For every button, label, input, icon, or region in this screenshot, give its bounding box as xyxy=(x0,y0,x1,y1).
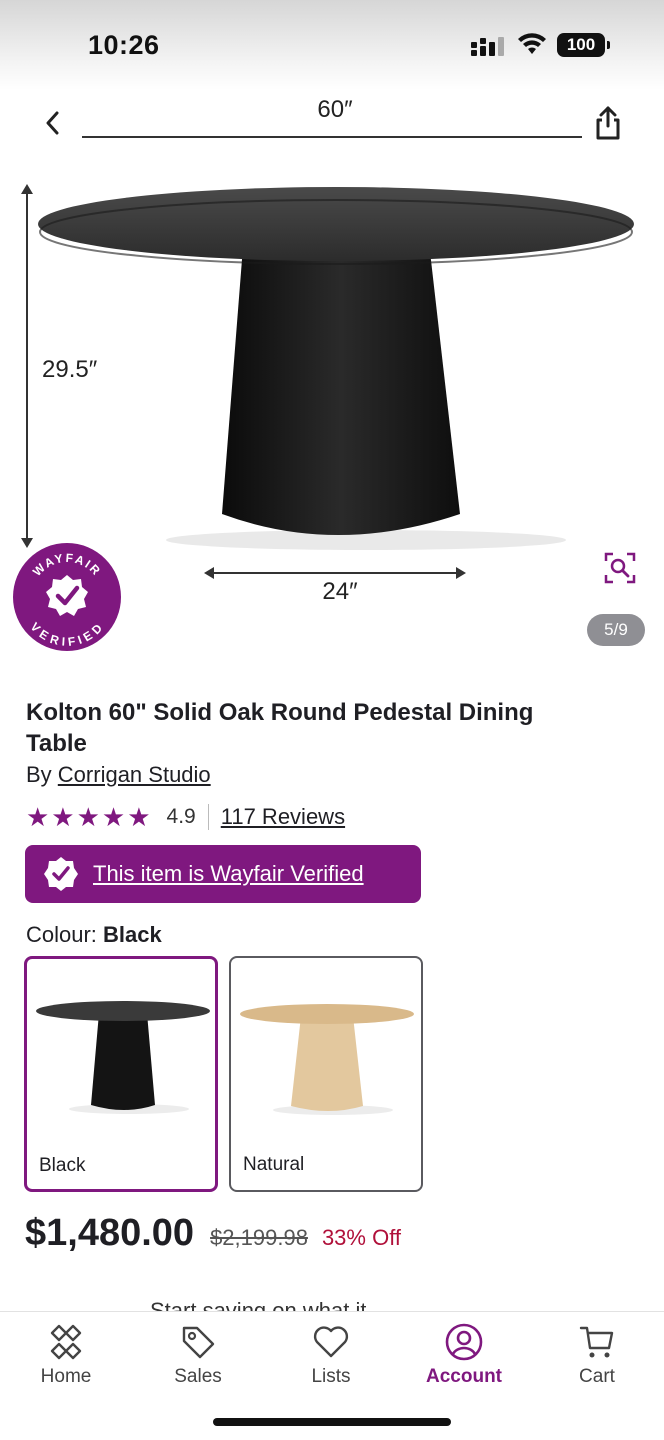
nav-sales-label: Sales xyxy=(174,1366,222,1387)
cart-icon xyxy=(579,1326,614,1358)
brand-link[interactable]: Corrigan Studio xyxy=(58,762,211,787)
status-bar: 10:26 100 xyxy=(0,0,664,90)
colour-selected-value: Black xyxy=(103,922,162,947)
back-button[interactable] xyxy=(36,106,70,140)
verified-badge-icon xyxy=(44,857,78,891)
colour-label-prefix: Colour: xyxy=(26,922,104,947)
zoom-search-icon[interactable] xyxy=(604,552,636,584)
signal-icon xyxy=(471,37,504,56)
byline-prefix: By xyxy=(26,762,58,787)
width-dimension-label: 60″ xyxy=(317,96,353,123)
wayfair-verified-banner[interactable]: This item is Wayfair Verified xyxy=(25,845,421,903)
width-dimension-line xyxy=(82,136,582,138)
reviews-link[interactable]: 117 Reviews xyxy=(221,804,345,830)
rating-value: 4.9 xyxy=(166,805,196,828)
nav-lists[interactable]: Lists xyxy=(276,1322,386,1394)
tag-icon xyxy=(182,1326,215,1359)
home-icon xyxy=(50,1324,82,1360)
heart-icon xyxy=(313,1326,349,1358)
wifi-icon xyxy=(518,33,546,54)
base-dimension-line xyxy=(204,567,466,579)
swatch-label-black: Black xyxy=(39,1155,86,1176)
image-page-indicator: 5/9 xyxy=(587,614,645,646)
nav-cart[interactable]: Cart xyxy=(542,1322,652,1394)
battery-indicator: 100 xyxy=(557,33,610,57)
verified-banner-text: This item is Wayfair Verified xyxy=(93,861,364,886)
height-dimension-label: 29.5″ xyxy=(42,356,98,383)
rating-row: ★★★★★ 4.9 117 Reviews xyxy=(26,802,345,832)
swatch-label-natural: Natural xyxy=(243,1154,305,1175)
home-indicator[interactable] xyxy=(213,1418,451,1426)
nav-home[interactable]: Home xyxy=(11,1322,121,1394)
product-photo xyxy=(38,187,634,550)
base-dimension-label: 24″ xyxy=(322,578,358,605)
price-row: $1,480.00 $2,199.98 33% Off xyxy=(25,1212,401,1262)
wayfair-verified-seal: WAYFAIR VERIFIED xyxy=(13,543,121,651)
rating-divider xyxy=(207,804,209,830)
black-table-thumbnail xyxy=(36,1001,210,1114)
share-icon[interactable] xyxy=(590,104,626,142)
brand-byline: By Corrigan Studio xyxy=(26,762,211,788)
discount-badge: 33% Off xyxy=(321,1225,402,1250)
product-title: Kolton 60" Solid Oak Round Pedestal Dini… xyxy=(26,699,534,757)
height-dimension-line xyxy=(21,184,33,548)
colour-swatch-black[interactable]: Black xyxy=(24,956,218,1192)
chevron-left-icon xyxy=(46,111,59,135)
product-image-gallery[interactable]: 60″ 29.5″ 24″ WAYFAIR VERIFIED 5/9 xyxy=(0,90,664,660)
account-icon xyxy=(445,1323,483,1361)
colour-swatch-natural[interactable]: Natural xyxy=(229,956,423,1192)
nav-account[interactable]: Account xyxy=(409,1322,519,1394)
nav-home-label: Home xyxy=(40,1366,92,1387)
status-time: 10:26 xyxy=(88,30,160,60)
nav-cart-label: Cart xyxy=(579,1366,615,1387)
nav-account-label: Account xyxy=(426,1366,502,1387)
star-rating-icon: ★★★★★ xyxy=(26,802,153,832)
nav-lists-label: Lists xyxy=(311,1366,351,1387)
colour-label: Colour: Black xyxy=(26,922,162,948)
current-price: $1,480.00 xyxy=(25,1212,195,1254)
original-price: $2,199.98 xyxy=(210,1225,308,1250)
natural-table-thumbnail xyxy=(240,1004,414,1115)
nav-sales[interactable]: Sales xyxy=(143,1322,253,1394)
partially-hidden-text: Start saving on what it xyxy=(150,1298,367,1312)
